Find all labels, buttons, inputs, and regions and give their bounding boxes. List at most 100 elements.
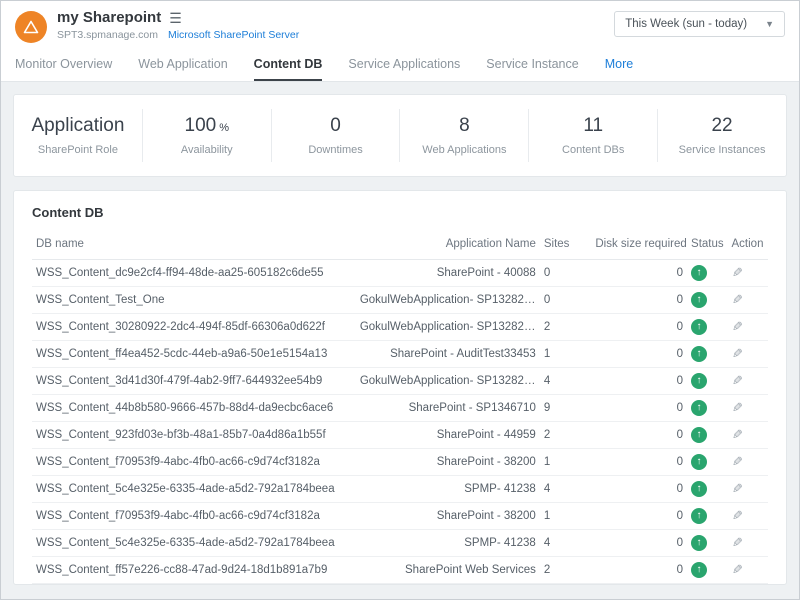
stat-label: Downtimes	[308, 144, 362, 156]
cell-action: ✎	[728, 557, 769, 584]
cell-application-name: SPMP- 41238	[356, 530, 540, 557]
hamburger-menu-icon[interactable]: ☰	[169, 11, 182, 25]
stat-value: 100%	[185, 115, 229, 137]
edit-pencil-icon[interactable]: ✎	[732, 292, 743, 308]
cell-action: ✎	[728, 530, 769, 557]
cell-status: ↑	[687, 503, 727, 530]
cell-disk-size: 0	[591, 368, 687, 395]
status-up-icon: ↑	[691, 319, 707, 335]
cell-sites: 4	[540, 476, 592, 503]
tab-service-instance[interactable]: Service Instance	[486, 49, 578, 81]
cell-action: ✎	[728, 260, 769, 287]
page-body: Application SharePoint Role 100% Availab…	[1, 82, 799, 599]
content-db-table-body: WSS_Content_dc9e2cf4-ff94-48de-aa25-6051…	[32, 260, 768, 586]
cell-action: ✎	[728, 449, 769, 476]
stat-sharepoint-role: Application SharePoint Role	[14, 109, 142, 162]
content-db-table: DB name Application Name Sites Disk size…	[32, 230, 768, 585]
edit-pencil-icon[interactable]: ✎	[732, 454, 743, 470]
cell-status: ↑	[687, 341, 727, 368]
status-up-icon: ↑	[691, 562, 707, 578]
stat-label: Availability	[181, 144, 233, 156]
table-row: WSS_Content_ff4ea452-5cdc-44eb-a9a6-50e1…	[32, 341, 768, 368]
tab-content-db[interactable]: Content DB	[254, 49, 323, 81]
chevron-down-icon: ▼	[765, 19, 774, 29]
cell-action: ✎	[728, 341, 769, 368]
edit-pencil-icon[interactable]: ✎	[732, 535, 743, 551]
column-action: Action	[728, 230, 769, 260]
table-row: WSS_Content_5c4e325e-6335-4ade-a5d2-792a…	[32, 476, 768, 503]
stat-service-instances: 22 Service Instances	[657, 109, 786, 162]
edit-pencil-icon[interactable]: ✎	[732, 508, 743, 524]
cell-db-name: WSS_Content_44b8b580-9666-457b-88d4-da9e…	[32, 395, 356, 422]
status-up-icon: ↑	[691, 265, 707, 281]
status-up-icon: ↑	[691, 427, 707, 443]
stat-web-applications: 8 Web Applications	[399, 109, 528, 162]
edit-pencil-icon[interactable]: ✎	[732, 400, 743, 416]
cell-sites: 1	[540, 449, 592, 476]
cell-sites: 4	[540, 530, 592, 557]
tab-service-applications[interactable]: Service Applications	[348, 49, 460, 81]
table-row: WSS_Content_ff57e226-cc88-47ad-9d24-18d1…	[32, 557, 768, 584]
tab-web-application[interactable]: Web Application	[138, 49, 227, 81]
cell-action: ✎	[728, 314, 769, 341]
cell-sites: 0	[540, 260, 592, 287]
table-row: WSS_Content_f70953f9-4abc-4fb0-ac66-c9d7…	[32, 503, 768, 530]
cell-sites: 2	[540, 314, 592, 341]
cell-sites: 1	[540, 503, 592, 530]
cell-disk-size: 0	[591, 449, 687, 476]
cell-application-name: GokulWebApplication- SP1328261	[356, 314, 540, 341]
table-row: WSS_Content_f70953f9-4abc-4fb0-ac66-c9d7…	[32, 449, 768, 476]
cell-status: ↑	[687, 287, 727, 314]
title-block: my Sharepoint ☰ SPT3.spmanage.com Micros…	[57, 9, 299, 41]
server-type-link[interactable]: Microsoft SharePoint Server	[168, 29, 299, 41]
status-up-icon: ↑	[691, 481, 707, 497]
cell-db-name: WSS_Content_30280922-2dc4-494f-85df-6630…	[32, 314, 356, 341]
edit-pencil-icon[interactable]: ✎	[732, 481, 743, 497]
cell-application-name: SharePoint - 38200	[356, 503, 540, 530]
cell-application-name: SharePoint - SP1346710	[356, 395, 540, 422]
cell-disk-size: 0	[591, 503, 687, 530]
warning-triangle-icon	[23, 20, 39, 34]
edit-pencil-icon[interactable]: ✎	[732, 373, 743, 389]
edit-pencil-icon[interactable]: ✎	[732, 319, 743, 335]
percent-suffix: %	[219, 122, 229, 134]
time-range-dropdown[interactable]: This Week (sun - today) ▼	[614, 11, 785, 37]
edit-pencil-icon[interactable]: ✎	[732, 562, 743, 578]
cell-status: ↑	[687, 557, 727, 584]
cell-action: ✎	[728, 584, 769, 586]
column-status: Status	[687, 230, 727, 260]
cell-action: ✎	[728, 503, 769, 530]
edit-pencil-icon[interactable]: ✎	[732, 265, 743, 281]
status-up-icon: ↑	[691, 400, 707, 416]
cell-disk-size: 0	[591, 584, 687, 586]
cell-sites: 4	[540, 368, 592, 395]
cell-disk-size: 0	[591, 422, 687, 449]
content-db-title: Content DB	[32, 205, 768, 220]
edit-pencil-icon[interactable]: ✎	[732, 346, 743, 362]
stat-value: 11	[583, 115, 603, 137]
cell-status: ↑	[687, 584, 727, 586]
cell-application-name: SharePoint - 40088	[356, 260, 540, 287]
status-up-icon: ↑	[691, 373, 707, 389]
tab-bar: Monitor Overview Web Application Content…	[1, 49, 799, 82]
status-up-icon: ↑	[691, 346, 707, 362]
cell-db-name: WSS_Content_dc9e2cf4-ff94-48de-aa25-6051…	[32, 260, 356, 287]
cell-disk-size: 0	[591, 314, 687, 341]
cell-status: ↑	[687, 260, 727, 287]
table-row: WSS_Content_44b8b580-9666-457b-88d4-da9e…	[32, 395, 768, 422]
cell-application-name: SharePoint - 38200	[356, 449, 540, 476]
cell-disk-size: 0	[591, 557, 687, 584]
cell-status: ↑	[687, 449, 727, 476]
cell-db-name: WSS_Content_5c4e325e-6335-4ade-a5d2-792a…	[32, 530, 356, 557]
tab-monitor-overview[interactable]: Monitor Overview	[15, 49, 112, 81]
cell-status: ↑	[687, 422, 727, 449]
table-row: WSS_Content_3d41d30f-479f-4ab2-9ff7-6449…	[32, 368, 768, 395]
stat-availability: 100% Availability	[142, 109, 271, 162]
stat-value: Application	[31, 115, 124, 137]
edit-pencil-icon[interactable]: ✎	[732, 427, 743, 443]
stat-value: 8	[459, 115, 470, 137]
cell-disk-size: 0	[591, 341, 687, 368]
cell-db-name: WSS_Content_f70953f9-4abc-4fb0-ac66-c9d7…	[32, 503, 356, 530]
cell-application-name: GokulWebApplication- SP1328261	[356, 287, 540, 314]
tab-more[interactable]: More	[605, 49, 633, 81]
